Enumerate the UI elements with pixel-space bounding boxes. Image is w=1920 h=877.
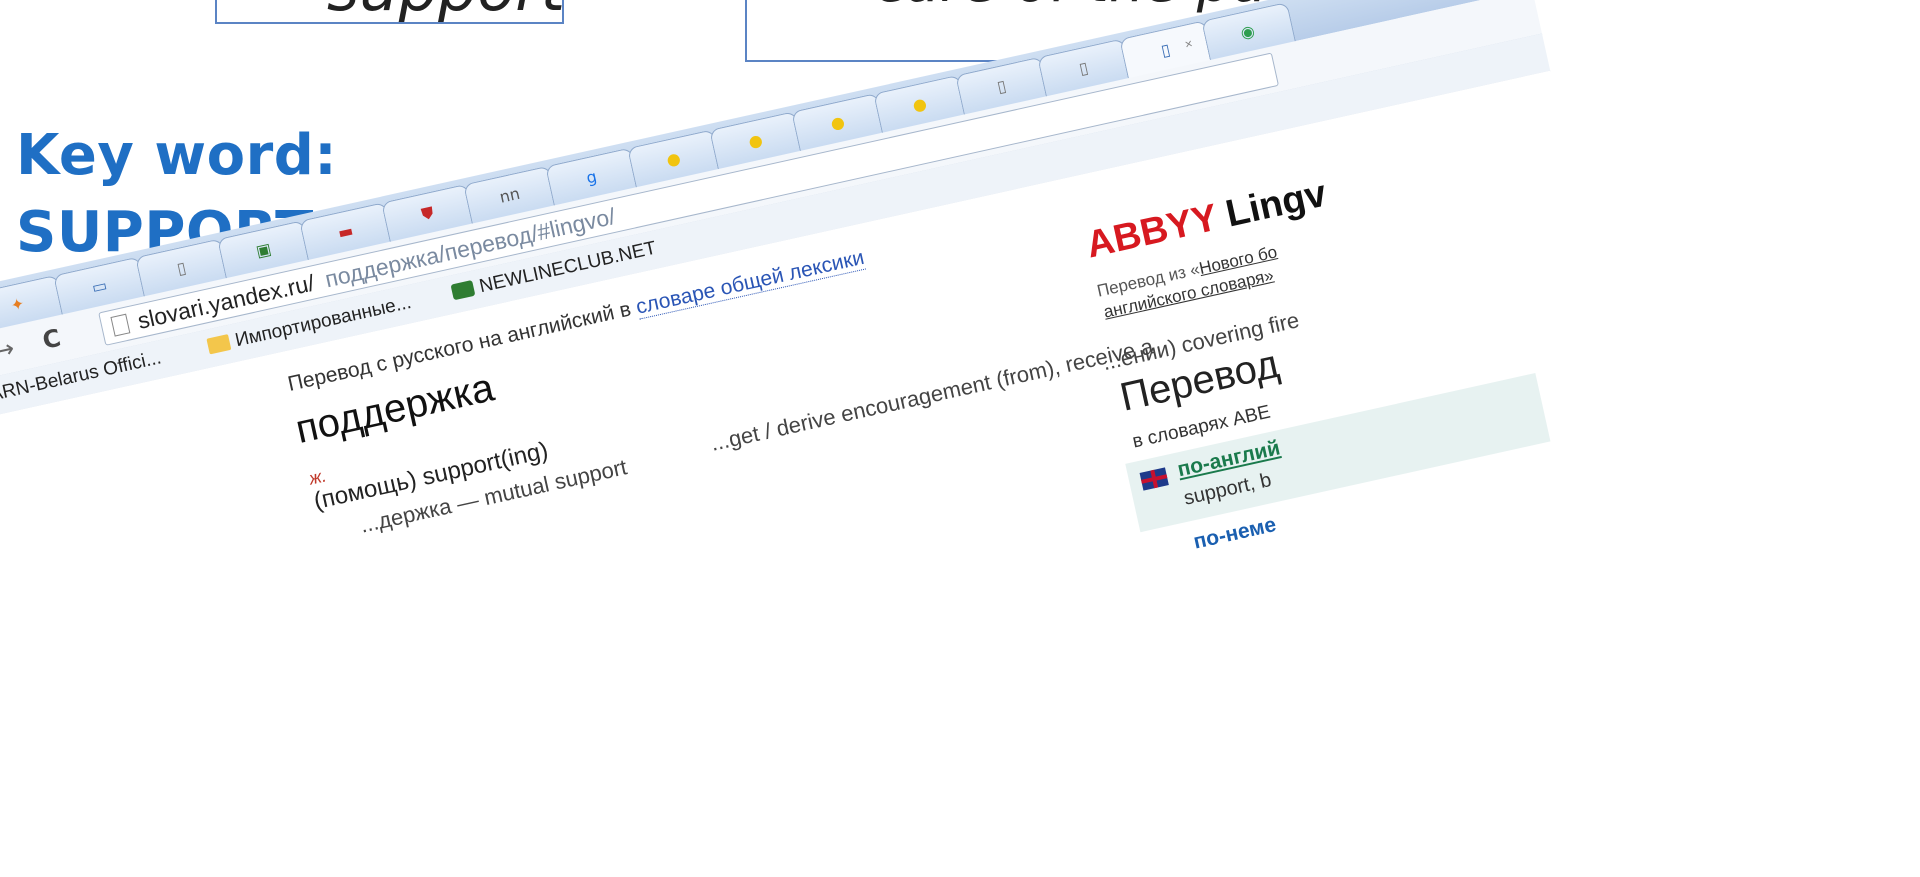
nn-icon: nn: [497, 183, 522, 207]
bee-icon: ●: [664, 148, 683, 170]
page-icon: ▯: [1077, 57, 1090, 79]
forward-icon[interactable]: →: [0, 334, 17, 366]
abbyy-lingvo-logo[interactable]: ABBYY Lingv: [1083, 173, 1331, 268]
folder-icon: [206, 334, 232, 355]
bee-icon: ●: [828, 111, 847, 134]
bee-icon: ●: [910, 93, 929, 116]
shield-icon: ⛊: [419, 202, 436, 225]
page-icon: ▯: [995, 76, 1008, 97]
note-text-support: support: [327, 0, 562, 22]
chalkboard-icon: ▣: [254, 238, 273, 261]
window-icon: ▭: [90, 275, 109, 298]
sense-3: ...get / derive encouragement (from), re…: [708, 333, 1156, 456]
reload-icon[interactable]: C: [40, 324, 63, 355]
joomla-icon: [450, 279, 476, 301]
keyword-title: Key word:: [16, 123, 338, 188]
green-app-icon: ◉: [1238, 20, 1257, 43]
pdf-icon: ▬: [336, 220, 355, 243]
page-icon: ▯: [175, 257, 188, 279]
page-icon: [110, 313, 131, 337]
fire-icon: ✦: [8, 293, 27, 316]
google-icon: g: [584, 166, 599, 188]
active-page-icon: ▯: [1159, 39, 1172, 61]
german-link[interactable]: по-неме: [1191, 513, 1278, 555]
note-box-left: support: [215, 0, 564, 24]
close-tab-icon[interactable]: ×: [1183, 36, 1194, 52]
bee-icon: ●: [746, 129, 765, 152]
